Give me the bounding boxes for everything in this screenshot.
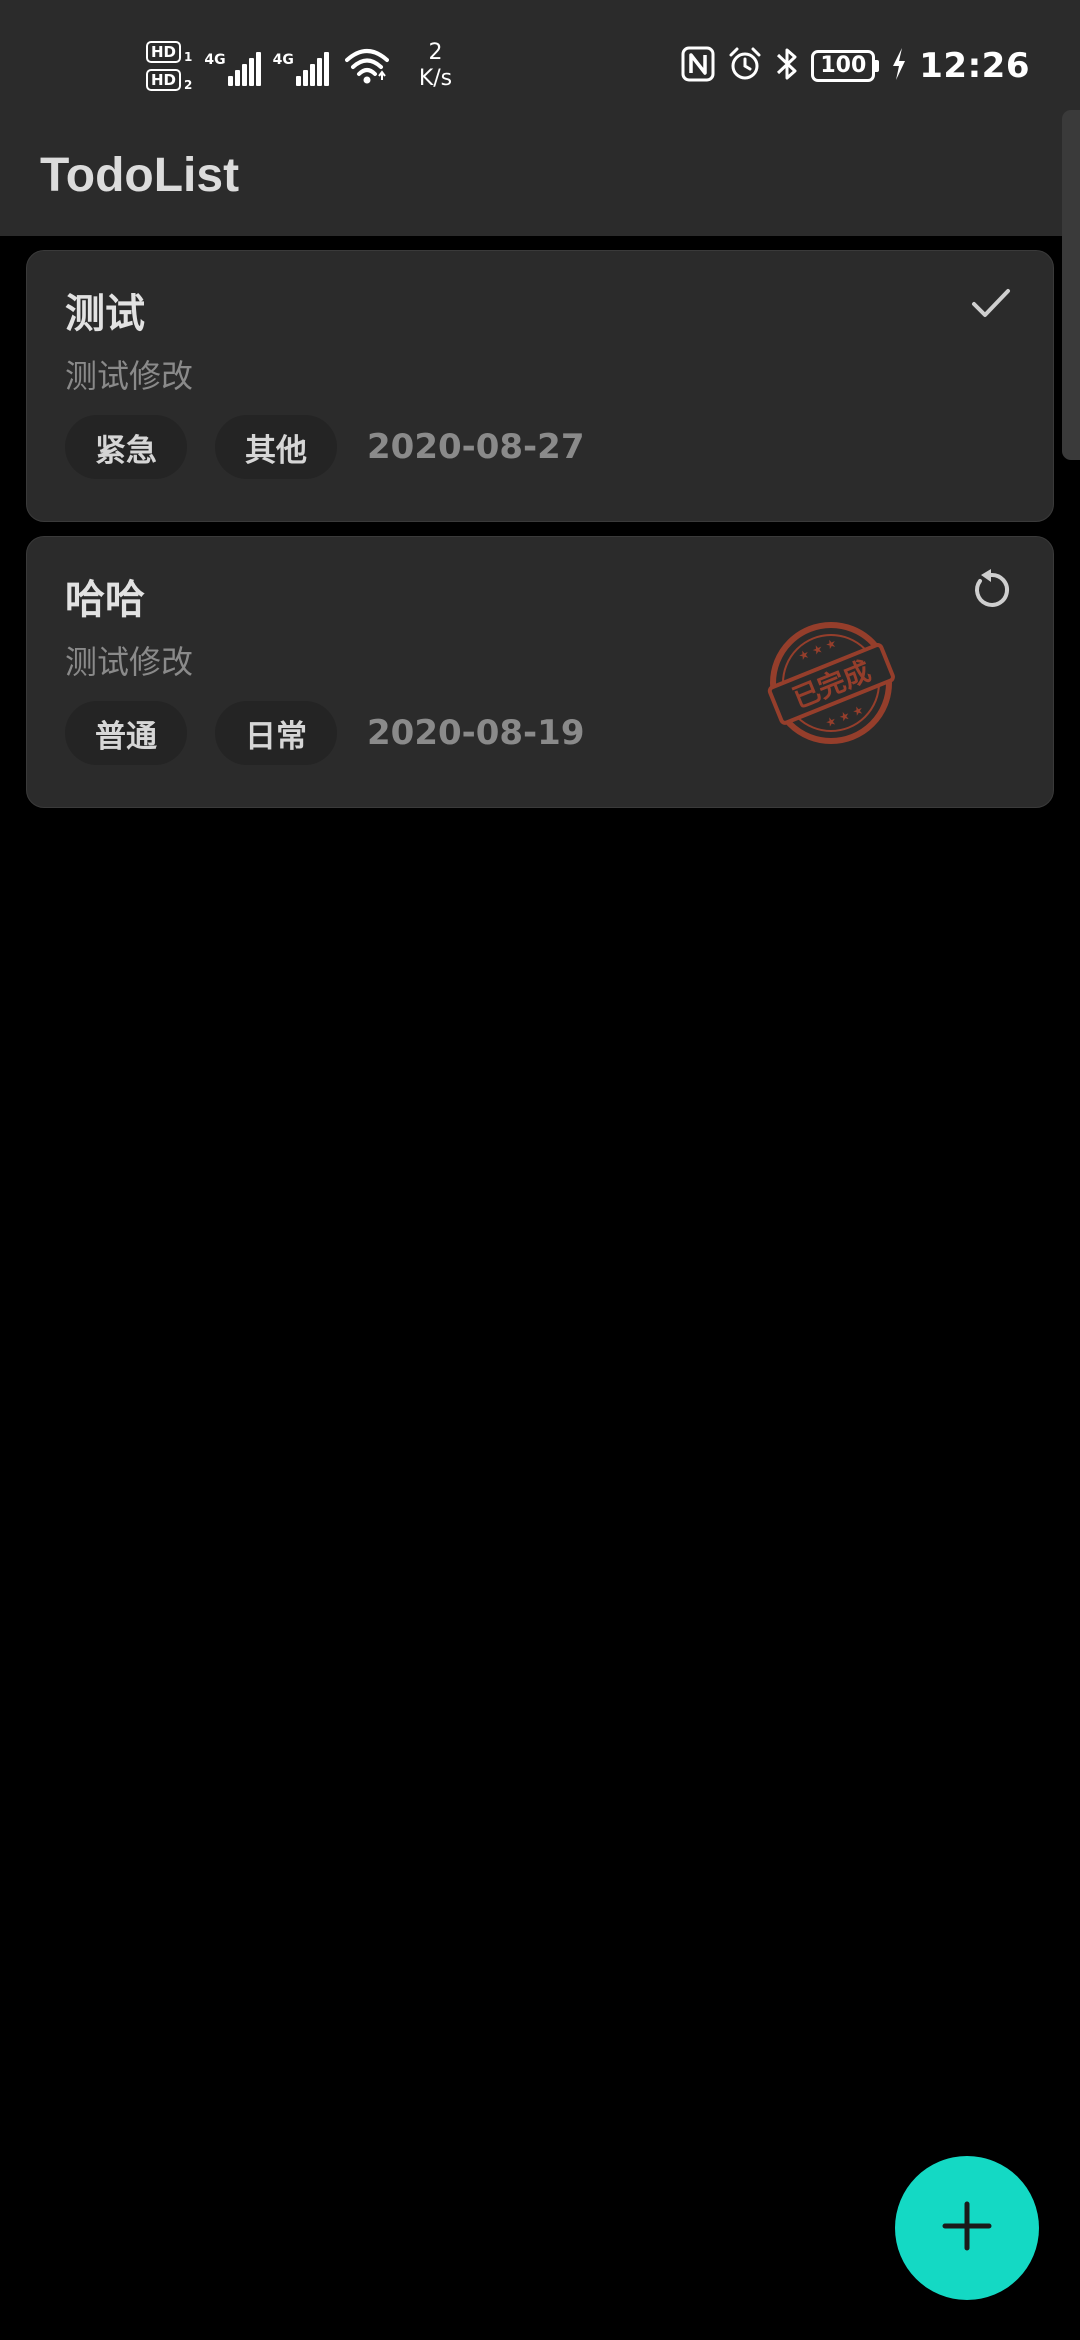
- scrollbar[interactable]: [1062, 110, 1080, 460]
- signal-bar: [295, 76, 301, 86]
- screen: HD 1 HD 2 4G 4G 2 K/s 100 12:26 TodoList…: [0, 0, 1080, 2340]
- charging-icon: [891, 47, 907, 85]
- signal-bar: [302, 70, 308, 86]
- app-title: TodoList: [40, 149, 240, 202]
- todo-title: 哈哈: [65, 577, 145, 623]
- signal-icon-sim1: 4G: [204, 46, 261, 86]
- hd2-indicator: HD 2: [146, 69, 192, 91]
- nfc-icon: [681, 46, 715, 86]
- category-chip: 日常: [215, 701, 337, 765]
- signal-bar: [316, 58, 322, 86]
- battery-level: 100: [811, 50, 876, 82]
- check-icon: [971, 287, 1011, 323]
- signal-bar: [248, 58, 254, 86]
- hd-sub: 2: [184, 78, 193, 92]
- bluetooth-icon: [775, 45, 799, 87]
- battery-icon: 100: [811, 50, 880, 82]
- app-bar: TodoList: [0, 128, 1080, 236]
- signal-bar: [309, 64, 315, 86]
- todo-meta: 紧急 其他 2020-08-27: [65, 415, 584, 479]
- todo-card[interactable]: 测试 测试修改 紧急 其他 2020-08-27: [26, 250, 1054, 522]
- signal-bar: [255, 52, 261, 86]
- battery-cap: [875, 60, 880, 72]
- clock: 12:26: [919, 46, 1030, 86]
- signal-bar: [323, 52, 329, 86]
- priority-chip: 紧急: [65, 415, 187, 479]
- todo-meta: 普通 日常 2020-08-19: [65, 701, 584, 765]
- complete-button[interactable]: [967, 281, 1015, 329]
- speed-unit: K/s: [418, 66, 453, 91]
- network-speed: 2 K/s: [419, 40, 452, 92]
- svg-text:★ ★ ★: ★ ★ ★: [796, 636, 838, 664]
- hd-indicators: HD 1 HD 2: [146, 41, 192, 91]
- todo-description: 测试修改: [65, 643, 194, 681]
- hd-badge: HD: [146, 69, 182, 91]
- completed-stamp: 已完成 ★ ★ ★ ★ ★ ★: [763, 615, 899, 751]
- status-left: HD 1 HD 2 4G 4G 2 K/s: [146, 34, 452, 98]
- signal-bar: [241, 64, 247, 86]
- signal-bar: [234, 70, 240, 86]
- alarm-icon: [727, 46, 763, 86]
- hd1-indicator: HD 1: [146, 41, 192, 63]
- undo-button[interactable]: [967, 567, 1015, 615]
- hd-sub: 1: [184, 50, 193, 64]
- network-type: 4G: [272, 52, 294, 68]
- status-right: 100 12:26: [681, 40, 1030, 92]
- plus-icon: [939, 2198, 995, 2258]
- todo-date: 2020-08-19: [367, 713, 585, 753]
- todo-card[interactable]: 哈哈 测试修改 普通 日常 2020-08-19 已完成 ★ ★ ★ ★ ★ ★: [26, 536, 1054, 808]
- wifi-icon: [344, 46, 389, 86]
- network-type: 4G: [204, 52, 226, 68]
- status-bar: HD 1 HD 2 4G 4G 2 K/s 100 12:26: [0, 0, 1080, 128]
- todo-description: 测试修改: [65, 357, 194, 395]
- add-todo-button[interactable]: [895, 2156, 1039, 2300]
- todo-title: 测试: [65, 291, 145, 337]
- speed-value: 2: [428, 40, 443, 65]
- category-chip: 其他: [215, 415, 337, 479]
- undo-icon: [971, 569, 1011, 613]
- todo-date: 2020-08-27: [367, 427, 585, 467]
- signal-bar: [227, 76, 233, 86]
- signal-icon-sim2: 4G: [273, 46, 329, 86]
- hd-badge: HD: [146, 41, 182, 63]
- priority-chip: 普通: [65, 701, 187, 765]
